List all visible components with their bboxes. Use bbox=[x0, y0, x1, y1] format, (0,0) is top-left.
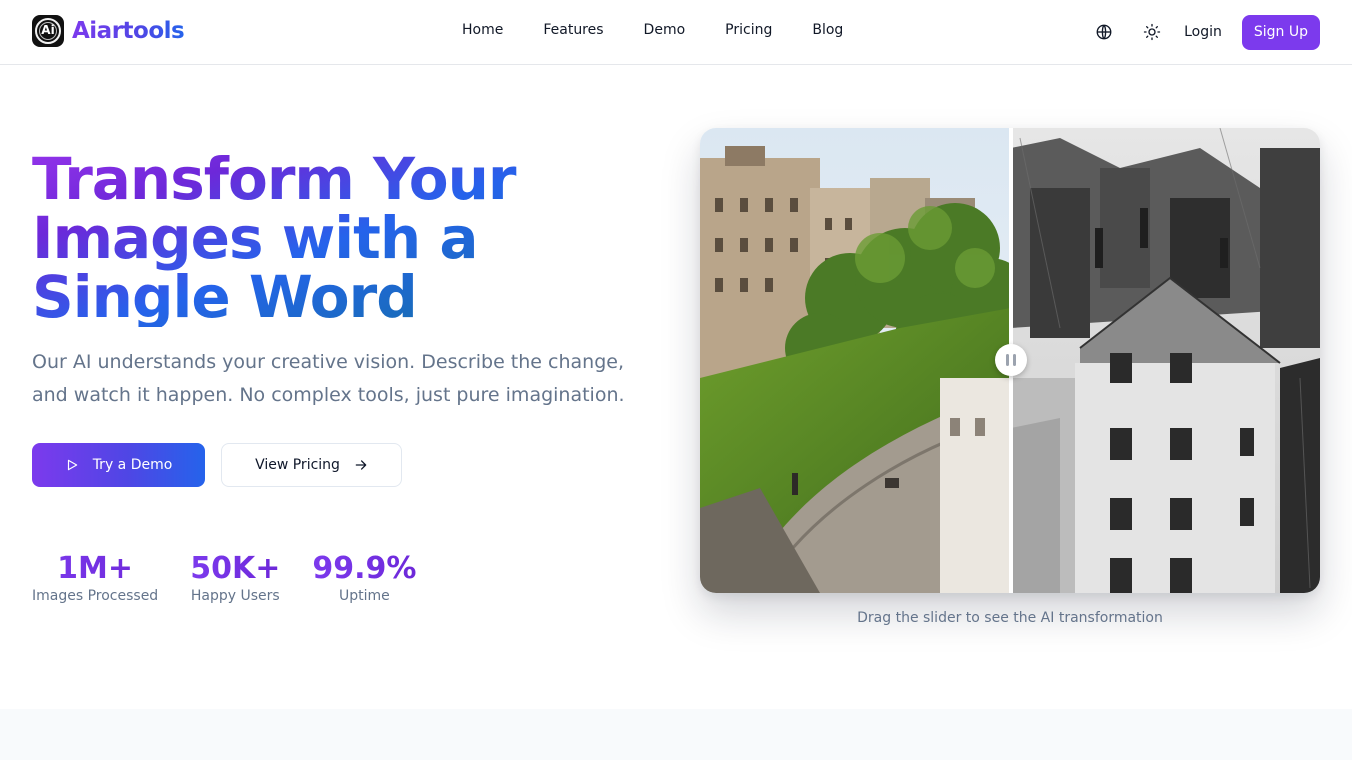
stat-label: Uptime bbox=[339, 588, 390, 604]
stat-happy-users: 50K+ Happy Users bbox=[190, 551, 281, 605]
view-pricing-label: View Pricing bbox=[255, 457, 340, 473]
theme-toggle-button[interactable] bbox=[1134, 14, 1170, 50]
stat-label: Images Processed bbox=[32, 588, 159, 604]
after-image bbox=[1011, 128, 1320, 593]
play-icon bbox=[67, 459, 77, 471]
stat-uptime: 99.9% Uptime bbox=[312, 551, 417, 605]
stat-images-processed: 1M+ Images Processed bbox=[32, 552, 159, 605]
language-button[interactable] bbox=[1086, 14, 1122, 50]
nav-item-pricing[interactable]: Pricing bbox=[705, 20, 792, 40]
sun-icon bbox=[1143, 23, 1161, 41]
stats-row: 1M+ Images Processed 50K+ Happy Users 99… bbox=[32, 551, 417, 605]
brand-name: Aiartools bbox=[72, 18, 185, 44]
grip-bar-icon bbox=[1013, 354, 1016, 366]
try-demo-label: Try a Demo bbox=[92, 457, 173, 473]
stat-value: 99.9% bbox=[312, 551, 417, 586]
before-after-compare[interactable] bbox=[700, 128, 1320, 593]
brand-logo-link[interactable]: Ai Aiartools bbox=[32, 15, 185, 47]
header-actions: Login Sign Up bbox=[1086, 14, 1320, 50]
slider-handle[interactable] bbox=[995, 344, 1027, 376]
stat-label: Happy Users bbox=[190, 588, 280, 604]
nav-item-demo[interactable]: Demo bbox=[624, 20, 706, 40]
compare-caption: Drag the slider to see the AI transforma… bbox=[857, 610, 1163, 626]
try-demo-button[interactable]: Try a Demo bbox=[32, 443, 205, 487]
hero-subtitle: Our AI understands your creative vision.… bbox=[32, 351, 625, 406]
arrow-right-icon bbox=[355, 460, 367, 470]
main-nav: Home Features Demo Pricing Blog bbox=[442, 20, 863, 40]
signup-button[interactable]: Sign Up bbox=[1241, 14, 1320, 50]
hero-title: Transform Your Images with a Single Word bbox=[32, 150, 652, 327]
brand-logo-mark-text: Ai bbox=[41, 23, 55, 37]
login-link[interactable]: Login bbox=[1184, 24, 1222, 40]
nav-item-features[interactable]: Features bbox=[523, 20, 623, 40]
globe-icon bbox=[1096, 24, 1112, 40]
brand-logo-icon: Ai bbox=[32, 15, 64, 47]
nav-item-home[interactable]: Home bbox=[442, 20, 523, 40]
nav-item-blog[interactable]: Blog bbox=[792, 20, 863, 40]
site-header: Ai Aiartools Home Features Demo Pricing … bbox=[0, 0, 1352, 65]
grip-bar-icon bbox=[1006, 354, 1009, 366]
before-image bbox=[700, 128, 1011, 593]
next-section-band bbox=[0, 709, 1352, 760]
stat-value: 50K+ bbox=[190, 551, 281, 586]
stat-value: 1M+ bbox=[32, 552, 158, 586]
view-pricing-button[interactable]: View Pricing bbox=[221, 443, 402, 487]
